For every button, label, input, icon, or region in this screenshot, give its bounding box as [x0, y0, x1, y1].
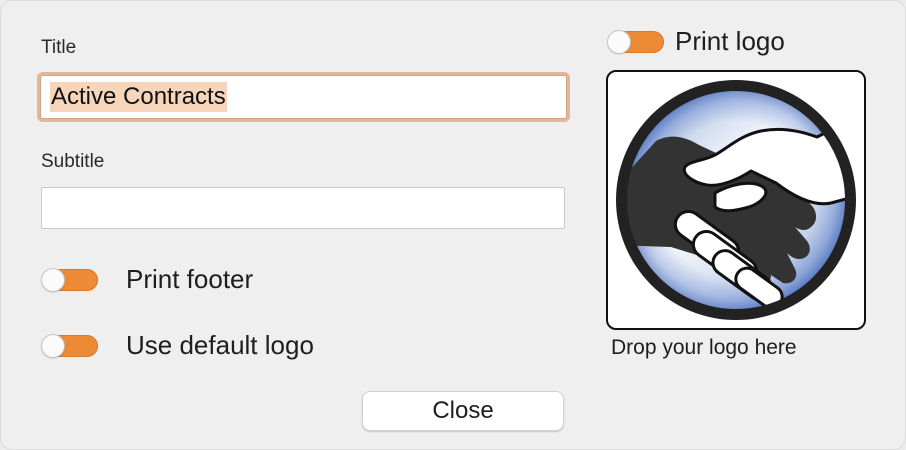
use-default-logo-toggle[interactable]: [42, 335, 98, 357]
handshake-icon: [616, 80, 856, 320]
print-logo-toggle[interactable]: [608, 31, 664, 53]
toggle-knob: [608, 31, 630, 53]
export-settings-dialog: Title Active Contracts Subtitle Print fo…: [0, 0, 906, 450]
logo-drop-well[interactable]: [606, 70, 866, 330]
print-footer-toggle[interactable]: [42, 269, 98, 291]
toggle-knob: [42, 335, 64, 357]
print-footer-label: Print footer: [126, 264, 254, 294]
subtitle-field[interactable]: [41, 187, 565, 229]
title-field-value: Active Contracts: [50, 82, 227, 112]
toggle-knob: [42, 269, 64, 291]
print-logo-label: Print logo: [675, 26, 785, 56]
title-label: Title: [41, 37, 77, 58]
logo-drop-caption: Drop your logo here: [611, 336, 797, 359]
close-button[interactable]: Close: [362, 391, 564, 431]
title-field[interactable]: Active Contracts: [40, 75, 567, 119]
use-default-logo-label: Use default logo: [126, 330, 314, 360]
subtitle-label: Subtitle: [41, 151, 105, 172]
